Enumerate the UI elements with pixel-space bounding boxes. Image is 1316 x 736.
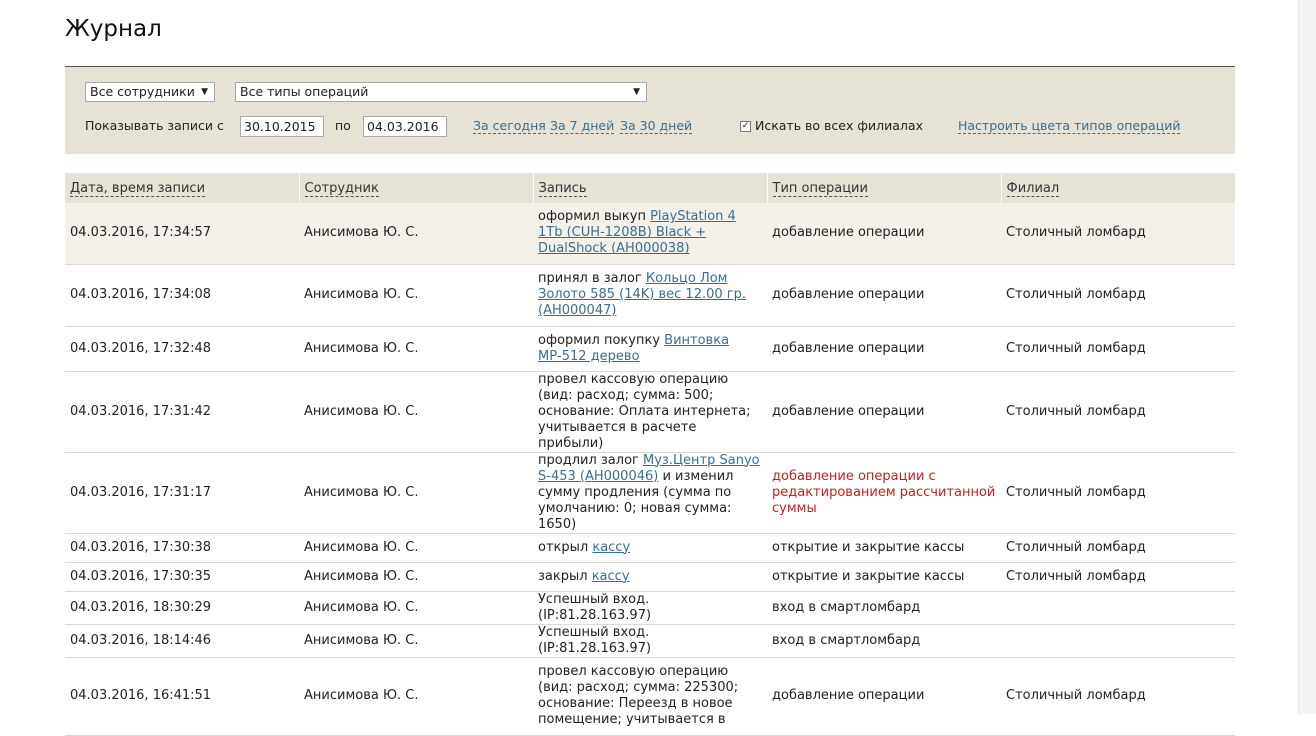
all-branches-label: Искать во всех филиалах: [755, 118, 923, 133]
cell-employee: Анисимова Ю. С.: [299, 326, 533, 372]
record-link[interactable]: кассу: [592, 569, 630, 584]
cell-branch: Столичный ломбард: [1001, 562, 1235, 592]
cell-record: Успешный вход. (IP:81.28.163.97): [533, 624, 767, 658]
table-row: 04.03.2016, 17:30:35 Анисимова Ю. С. закры…: [65, 562, 1235, 592]
dropdown-arrow-icon: ▼: [633, 87, 640, 97]
cell-datetime: 04.03.2016, 17:31:42: [65, 371, 299, 453]
cell-branch: Столичный ломбард: [1001, 657, 1235, 736]
record-link[interactable]: Муз.Центр Sanyo S-453 (АН000046): [538, 453, 760, 484]
cell-branch: Столичный ломбард: [1001, 533, 1235, 563]
cell-operation-type: добавление операции: [767, 264, 1001, 327]
column-header-employee[interactable]: Сотрудник: [298, 173, 533, 203]
cell-operation-type: вход в смартломбард: [767, 624, 1001, 658]
column-header-operation-type[interactable]: Тип операции: [766, 173, 1001, 203]
cell-datetime: 04.03.2016, 16:41:51: [65, 657, 299, 736]
table-row: 04.03.2016, 18:30:29 Анисимова Ю. С. Успеш…: [65, 591, 1235, 625]
cell-employee: Анисимова Ю. С.: [299, 203, 533, 265]
cell-datetime: 04.03.2016, 18:30:29: [65, 591, 299, 625]
cell-branch: Столичный ломбард: [1001, 203, 1235, 265]
cell-record: провел кассовую операцию (вид: расход; с…: [533, 657, 767, 736]
cell-branch: Столичный ломбард: [1001, 264, 1235, 327]
cell-employee: Анисимова Ю. С.: [299, 264, 533, 327]
cell-record: Успешный вход. (IP:81.28.163.97): [533, 591, 767, 625]
table-row: 04.03.2016, 17:30:38 Анисимова Ю. С. откры…: [65, 533, 1235, 563]
cell-operation-type: добавление операции: [767, 657, 1001, 736]
cell-employee: Анисимова Ю. С.: [299, 657, 533, 736]
employee-select[interactable]: Все сотрудники ▼: [85, 82, 215, 102]
operation-type-select-value: Все типы операций: [240, 84, 369, 99]
cell-branch: [1001, 591, 1235, 625]
filter-panel: Все сотрудники ▼ Все типы операций ▼ Пок…: [65, 66, 1235, 154]
table-row: 04.03.2016, 17:34:57 Анисимова Ю. С. оформ…: [65, 203, 1235, 265]
cell-employee: Анисимова Ю. С.: [299, 533, 533, 563]
cell-record: продлил залог Муз.Центр Sanyo S-453 (АН0…: [533, 452, 767, 534]
column-header-record[interactable]: Запись: [532, 173, 767, 203]
date-to-input[interactable]: 04.03.2016: [363, 116, 447, 137]
cell-datetime: 04.03.2016, 17:32:48: [65, 326, 299, 372]
table-row: 04.03.2016, 17:31:17 Анисимова Ю. С. продл…: [65, 452, 1235, 534]
cell-operation-type: вход в смартломбард: [767, 591, 1001, 625]
table-row: 04.03.2016, 16:41:51 Анисимова Ю. С. прове…: [65, 657, 1235, 736]
cell-datetime: 04.03.2016, 18:14:46: [65, 624, 299, 658]
cell-datetime: 04.03.2016, 17:30:38: [65, 533, 299, 563]
to-label: по: [335, 118, 351, 133]
table-row: 04.03.2016, 17:34:08 Анисимова Ю. С. приня…: [65, 264, 1235, 327]
all-branches-checkbox[interactable]: ✓: [740, 121, 751, 132]
cell-branch: Столичный ломбард: [1001, 452, 1235, 534]
show-records-from-label: Показывать записи с: [85, 118, 224, 133]
cell-employee: Анисимова Ю. С.: [299, 562, 533, 592]
employee-select-value: Все сотрудники: [90, 84, 195, 99]
last-7-days-link[interactable]: За 7 дней: [550, 119, 615, 134]
cell-datetime: 04.03.2016, 17:31:17: [65, 452, 299, 534]
cell-employee: Анисимова Ю. С.: [299, 591, 533, 625]
cell-operation-type: открытие и закрытие кассы: [767, 562, 1001, 592]
cell-record: провел кассовую операцию (вид: расход; с…: [533, 371, 767, 453]
today-link[interactable]: За сегодня: [473, 119, 546, 134]
table-row: 04.03.2016, 17:31:42 Анисимова Ю. С. прове…: [65, 371, 1235, 453]
cell-record: оформил выкуп PlayStation 4 1Tb (CUH-120…: [533, 203, 767, 265]
operation-type-select[interactable]: Все типы операций ▼: [235, 82, 647, 102]
cell-operation-type: добавление операции: [767, 326, 1001, 372]
cell-operation-type: добавление операции с редактированием ра…: [767, 452, 1001, 534]
cell-employee: Анисимова Ю. С.: [299, 452, 533, 534]
cell-datetime: 04.03.2016, 17:34:57: [65, 203, 299, 265]
last-30-days-link[interactable]: За 30 дней: [620, 119, 693, 134]
page-title: Журнал: [65, 16, 162, 42]
cell-branch: Столичный ломбард: [1001, 326, 1235, 372]
table-row: 04.03.2016, 18:14:46 Анисимова Ю. С. Успеш…: [65, 624, 1235, 658]
page-scrollbar[interactable]: [1298, 0, 1316, 714]
journal-table: Дата, время записи Сотрудник Запись Тип …: [65, 173, 1235, 736]
cell-operation-type: добавление операции: [767, 203, 1001, 265]
column-header-datetime[interactable]: Дата, время записи: [65, 173, 299, 203]
dropdown-arrow-icon: ▼: [201, 87, 208, 97]
record-link[interactable]: Кольцо Лом Золото 585 (14K) вес 12.00 гр…: [538, 271, 746, 318]
cell-record: принял в залог Кольцо Лом Золото 585 (14…: [533, 264, 767, 327]
record-link[interactable]: кассу: [592, 540, 630, 555]
cell-record: закрыл кассу: [533, 562, 767, 592]
cell-operation-type: добавление операции: [767, 371, 1001, 453]
cell-record: оформил покупку Винтовка МР-512 дерево: [533, 326, 767, 372]
cell-datetime: 04.03.2016, 17:30:35: [65, 562, 299, 592]
date-from-input[interactable]: 30.10.2015: [240, 116, 324, 137]
cell-datetime: 04.03.2016, 17:34:08: [65, 264, 299, 327]
cell-branch: Столичный ломбард: [1001, 371, 1235, 453]
table-header-row: Дата, время записи Сотрудник Запись Тип …: [65, 173, 1235, 203]
table-row: 04.03.2016, 17:32:48 Анисимова Ю. С. оформ…: [65, 326, 1235, 372]
column-header-branch[interactable]: Филиал: [1000, 173, 1235, 203]
cell-employee: Анисимова Ю. С.: [299, 624, 533, 658]
cell-branch: [1001, 624, 1235, 658]
configure-colors-link[interactable]: Настроить цвета типов операций: [958, 119, 1181, 134]
cell-operation-type: открытие и закрытие кассы: [767, 533, 1001, 563]
cell-employee: Анисимова Ю. С.: [299, 371, 533, 453]
record-link[interactable]: Винтовка МР-512 дерево: [538, 333, 729, 364]
record-link[interactable]: PlayStation 4 1Tb (CUH-1208B) Black + Du…: [538, 209, 736, 256]
cell-record: открыл кассу: [533, 533, 767, 563]
